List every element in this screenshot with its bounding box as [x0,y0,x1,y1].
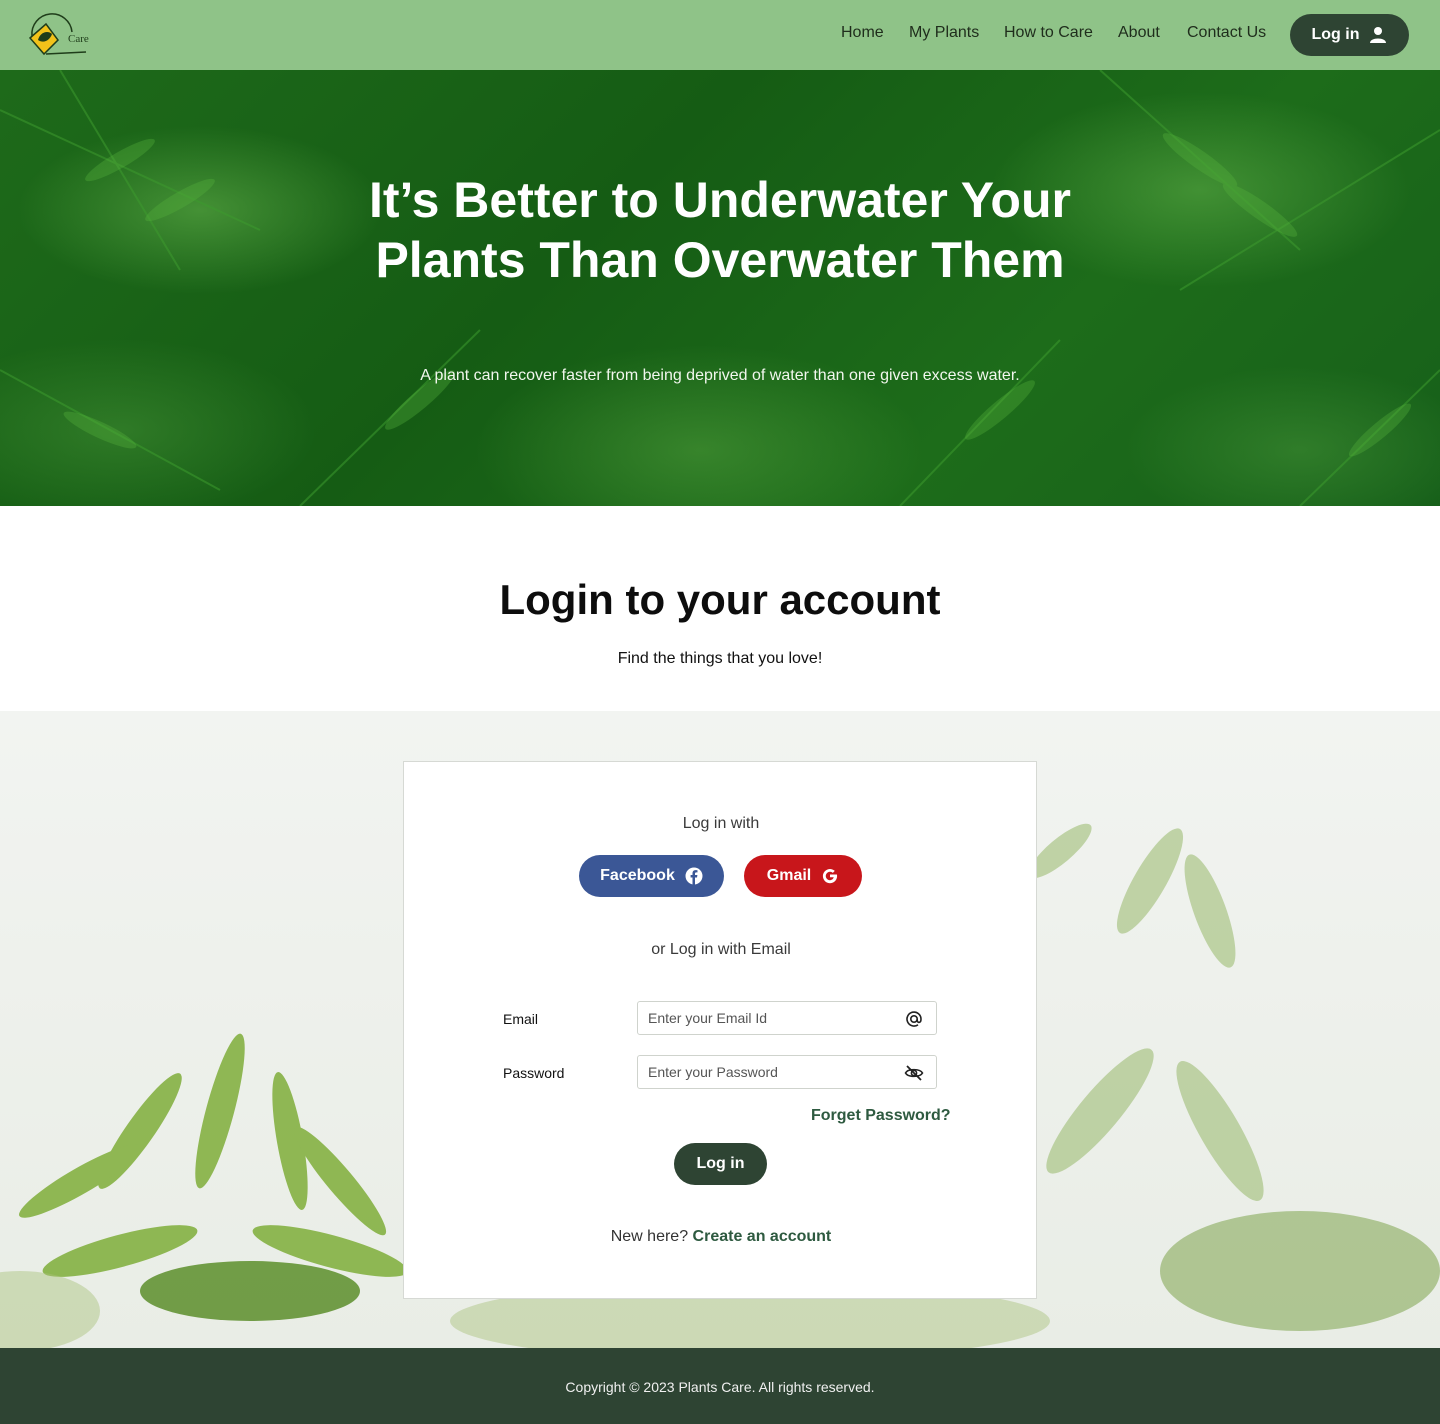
gmail-login-button[interactable]: Gmail [744,855,862,897]
new-here-text: New here? [610,1228,689,1245]
forget-password-link[interactable]: Forget Password? [811,1107,951,1125]
email-input[interactable] [638,1002,888,1034]
nav-login-button[interactable]: Log in [1290,14,1409,56]
hero-subtitle: A plant can recover faster from being de… [420,367,1020,384]
login-card: Log in with Facebook Gmail or Log in wit… [403,761,1037,1299]
hero-banner: It’s Better to Underwater Your Plants Th… [0,70,1440,506]
nav-link-home[interactable]: Home [841,24,884,42]
facebook-login-button[interactable]: Facebook [579,855,724,897]
user-icon [1370,27,1387,43]
password-input[interactable] [638,1056,888,1088]
facebook-label: Facebook [600,867,675,884]
login-submit-button[interactable]: Log in [674,1143,767,1185]
password-field-wrapper [637,1055,937,1089]
at-sign-icon [906,1011,922,1027]
nav-link-my-plants[interactable]: My Plants [909,24,979,42]
email-field-wrapper [637,1001,937,1035]
new-here-line: New here? Create an account [404,1228,1038,1246]
login-subtitle: Find the things that you love! [617,650,823,667]
nav-links: Home My Plants How to Care About Contact… [0,24,1440,48]
nav-link-how-to-care[interactable]: How to Care [1004,24,1093,42]
google-icon [823,869,838,884]
gmail-label: Gmail [766,867,812,884]
email-label: Email [503,1011,539,1027]
footer: Copyright © 2023 Plants Care. All rights… [0,1348,1440,1424]
create-account-link[interactable]: Create an account [693,1228,832,1245]
hero-title: It’s Better to Underwater Your Plants Th… [369,172,1071,288]
password-label: Password [503,1065,565,1081]
or-login-email-label: or Log in with Email [651,941,791,958]
nav-link-contact-us[interactable]: Contact Us [1187,24,1266,42]
nav-login-label: Log in [1311,26,1360,43]
login-heading-section: Login to your account Find the things th… [0,506,1440,711]
login-title: Login to your account [499,576,941,623]
login-with-label: Log in with [682,815,760,832]
nav-link-about[interactable]: About [1118,24,1160,42]
copyright-text: Copyright © 2023 Plants Care. All rights… [565,1379,875,1395]
facebook-icon [685,867,703,885]
eye-off-icon[interactable] [904,1063,924,1083]
top-navbar: Care Home My Plants How to Care About Co… [0,0,1440,70]
